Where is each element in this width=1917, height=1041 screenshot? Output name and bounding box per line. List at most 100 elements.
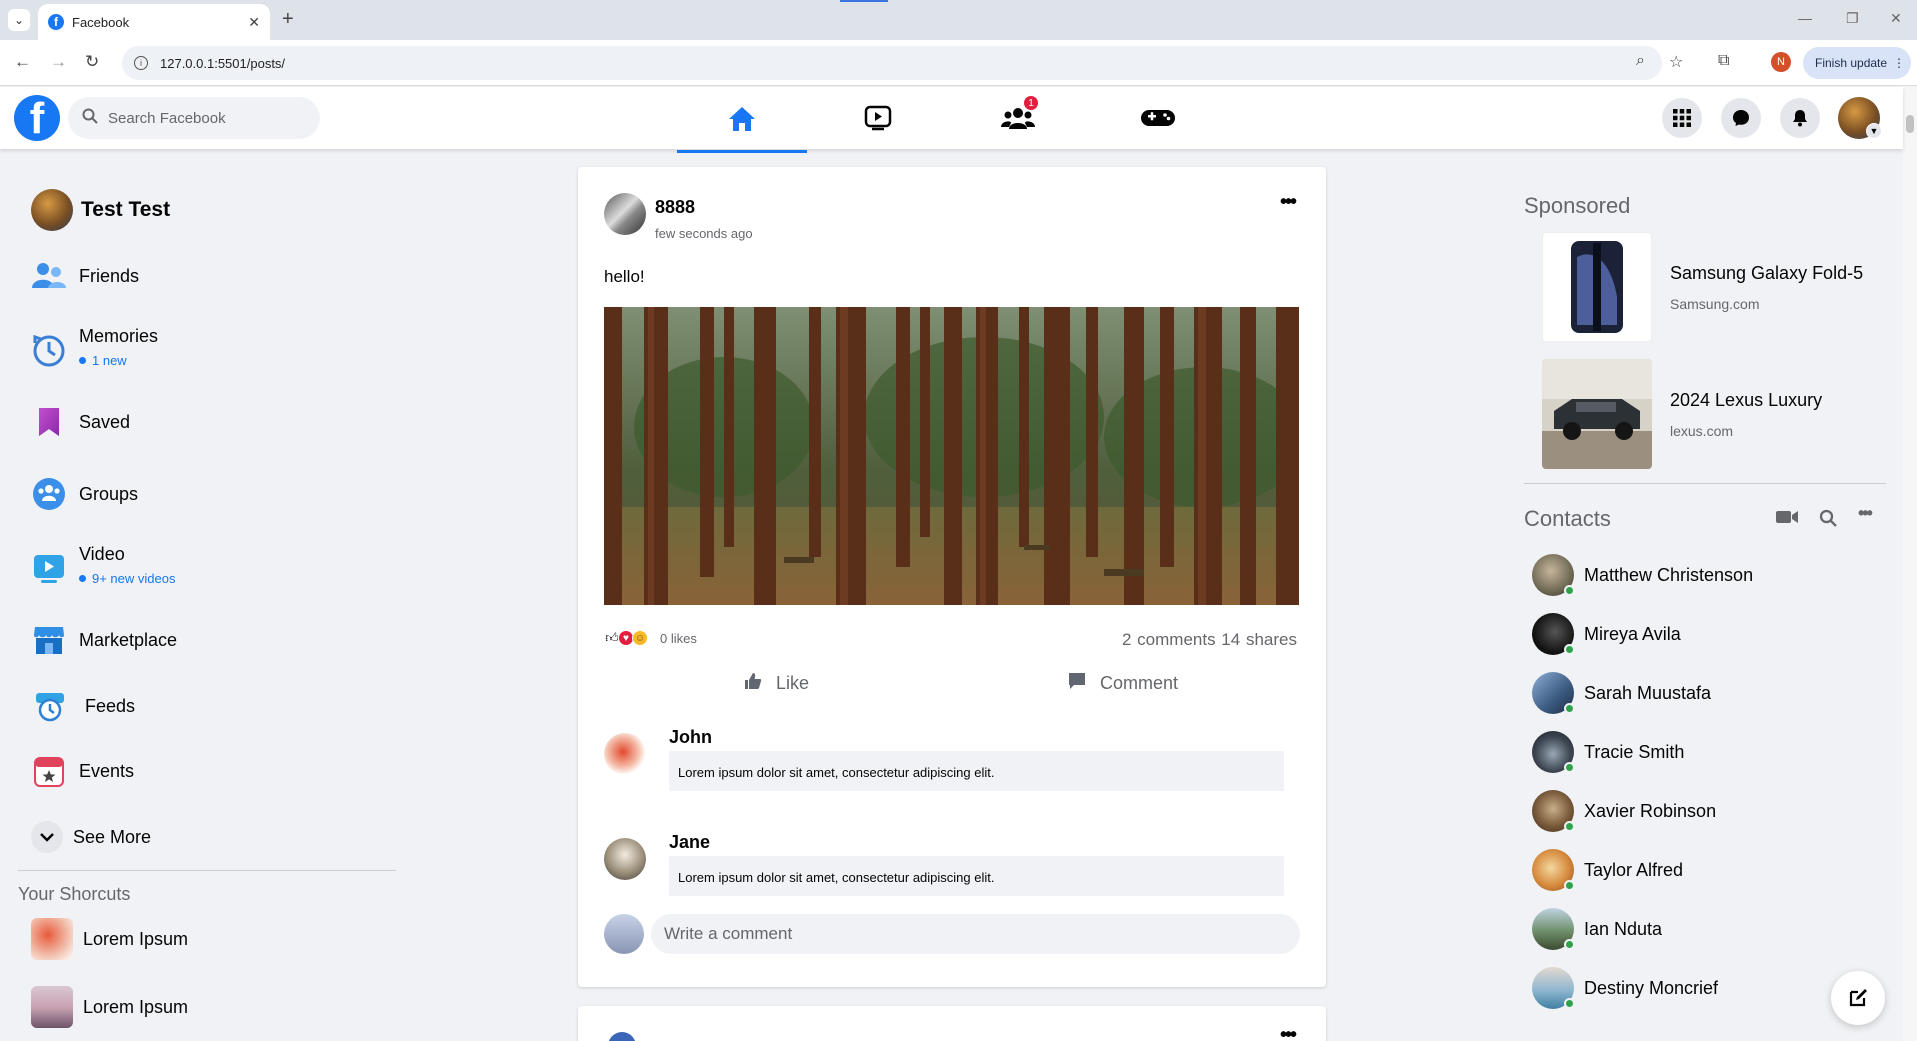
events-icon xyxy=(31,753,67,789)
new-tab-button[interactable]: + xyxy=(282,8,294,31)
nav-watch-tab[interactable] xyxy=(813,93,943,143)
avatar[interactable] xyxy=(604,914,644,954)
sidebar-item-events[interactable]: Events xyxy=(31,753,134,789)
address-bar[interactable]: i 127.0.0.1:5501/posts/ xyxy=(122,46,1662,80)
sidebar-item-video[interactable]: Video 9+ new videos xyxy=(31,543,175,587)
memories-new-count: 1 new xyxy=(92,353,127,368)
video-call-icon[interactable] xyxy=(1776,509,1798,530)
shortcut-item[interactable]: Lorem Ipsum xyxy=(31,918,188,960)
contact-item[interactable]: Matthew Christenson xyxy=(1532,554,1753,596)
contact-name: Taylor Alfred xyxy=(1584,859,1684,880)
scrollbar-thumb[interactable] xyxy=(1906,115,1914,133)
avatar[interactable] xyxy=(604,733,646,775)
like-button[interactable]: Like xyxy=(744,672,809,695)
post-stats[interactable]: 2 comments 14 shares xyxy=(1122,630,1297,650)
bell-icon xyxy=(1793,110,1807,127)
contact-item[interactable]: Tracie Smith xyxy=(1532,731,1684,773)
close-window-button[interactable]: ✕ xyxy=(1890,10,1902,27)
sidebar-item-memories[interactable]: Memories 1 new xyxy=(31,325,158,369)
url-text: 127.0.0.1:5501/posts/ xyxy=(160,55,286,71)
online-indicator xyxy=(1564,644,1575,655)
avatar xyxy=(1532,790,1575,832)
search-box[interactable] xyxy=(68,97,320,139)
sponsored-ad[interactable]: 2024 Lexus Luxury lexus.com xyxy=(1542,359,1822,469)
avatar xyxy=(1532,908,1575,950)
sidebar-item-saved[interactable]: Saved xyxy=(31,404,130,440)
browser-tab[interactable]: f Facebook ✕ xyxy=(38,4,270,40)
reload-button[interactable]: ↻ xyxy=(85,52,99,72)
site-info-icon[interactable]: i xyxy=(134,56,148,70)
write-comment-row: Write a comment xyxy=(604,914,1300,954)
avatar xyxy=(1532,967,1575,1009)
avatar xyxy=(31,189,73,231)
sidebar-item-label: Groups xyxy=(79,484,139,504)
forward-button[interactable]: → xyxy=(50,52,67,72)
sidebar-item-feeds[interactable]: Feeds xyxy=(31,688,135,724)
page-scrollbar[interactable] xyxy=(1903,87,1917,1041)
search-contacts-icon[interactable] xyxy=(1819,509,1837,532)
shortcut-label: Lorem Ipsum xyxy=(83,996,189,1017)
sidebar-item-label: Feeds xyxy=(85,696,136,716)
right-sidebar: Sponsored Samsung Galaxy Fold-5 Samsung.… xyxy=(1523,149,1903,1041)
write-comment-input[interactable]: Write a comment xyxy=(651,914,1300,954)
see-more-button[interactable]: See More xyxy=(31,821,151,853)
comment-text: Lorem ipsum dolor sit amet, consectetur … xyxy=(669,856,1284,896)
minimize-button[interactable]: — xyxy=(1798,10,1812,26)
notifications-button[interactable] xyxy=(1780,98,1820,138)
back-button[interactable]: ← xyxy=(14,52,31,72)
groups-icon xyxy=(31,476,67,512)
nav-gaming-tab[interactable] xyxy=(1093,93,1223,143)
contact-item[interactable]: Taylor Alfred xyxy=(1532,849,1683,891)
kebab-menu-icon: ⋮ xyxy=(1893,56,1906,70)
post-author-name[interactable]: 8888 xyxy=(655,197,695,218)
sidebar-item-friends[interactable]: Friends xyxy=(31,258,139,294)
extensions-icon[interactable]: ⧉ xyxy=(1718,52,1729,70)
menu-grid-button[interactable] xyxy=(1662,98,1702,138)
contact-item[interactable]: Mireya Avila xyxy=(1532,613,1681,655)
bookmark-star-icon[interactable]: ☆ xyxy=(1669,52,1683,72)
account-caret-icon[interactable]: ▼ xyxy=(1866,123,1882,139)
post-more-options-icon[interactable]: ••• xyxy=(1280,191,1297,214)
tab-close-icon[interactable]: ✕ xyxy=(248,14,260,31)
sponsored-ad[interactable]: Samsung Galaxy Fold-5 Samsung.com xyxy=(1542,232,1863,342)
post-more-options-icon[interactable]: ••• xyxy=(1280,1024,1297,1041)
new-message-button[interactable] xyxy=(1831,971,1885,1025)
haha-icon: ☺ xyxy=(632,630,648,646)
contact-item[interactable]: Sarah Muustafa xyxy=(1532,672,1711,714)
avatar xyxy=(1532,849,1575,891)
tab-search-dropdown[interactable]: ⌄ xyxy=(8,9,30,31)
zoom-icon[interactable]: ⌕ xyxy=(1636,52,1645,70)
post-author-avatar[interactable] xyxy=(608,1032,636,1041)
comment-author[interactable]: John xyxy=(669,727,712,748)
contact-name: Sarah Muustafa xyxy=(1584,682,1712,703)
compose-icon xyxy=(1849,989,1867,1007)
shortcut-item[interactable]: Lorem Ipsum xyxy=(31,986,188,1028)
profile-link[interactable]: Test Test xyxy=(31,189,170,231)
reactions-summary[interactable]: 👍︎ ♥ ☺ 0 likes xyxy=(604,630,697,646)
contact-item[interactable]: Ian Nduta xyxy=(1532,908,1662,950)
search-input[interactable] xyxy=(108,109,308,127)
comment-button[interactable]: Comment xyxy=(1068,672,1178,695)
facebook-logo[interactable]: f xyxy=(14,95,60,141)
ad-title: 2024 Lexus Luxury xyxy=(1670,389,1823,410)
profile-avatar[interactable]: N xyxy=(1771,52,1791,72)
post-image[interactable] xyxy=(604,307,1299,605)
avatar xyxy=(1532,731,1575,773)
contact-item[interactable]: Xavier Robinson xyxy=(1532,790,1716,832)
post-timestamp[interactable]: few seconds ago xyxy=(655,226,753,241)
comment-author[interactable]: Jane xyxy=(669,832,710,853)
nav-home-tab[interactable] xyxy=(677,87,807,153)
post-author-avatar[interactable] xyxy=(604,193,646,235)
sidebar-item-marketplace[interactable]: Marketplace xyxy=(31,622,177,658)
contacts-more-icon[interactable]: ••• xyxy=(1858,503,1873,524)
messenger-button[interactable] xyxy=(1721,98,1761,138)
avatar[interactable] xyxy=(604,838,646,880)
finish-update-button[interactable]: Finish update ⋮ xyxy=(1803,47,1911,79)
contact-item[interactable]: Destiny Moncrief xyxy=(1532,967,1718,1009)
video-new-count: 9+ new videos xyxy=(92,571,176,586)
saved-icon xyxy=(31,404,67,440)
restore-button[interactable]: ❐ xyxy=(1846,10,1859,27)
sidebar-item-groups[interactable]: Groups xyxy=(31,476,138,512)
home-icon xyxy=(729,106,755,131)
nav-groups-tab[interactable]: 1 xyxy=(953,93,1083,143)
